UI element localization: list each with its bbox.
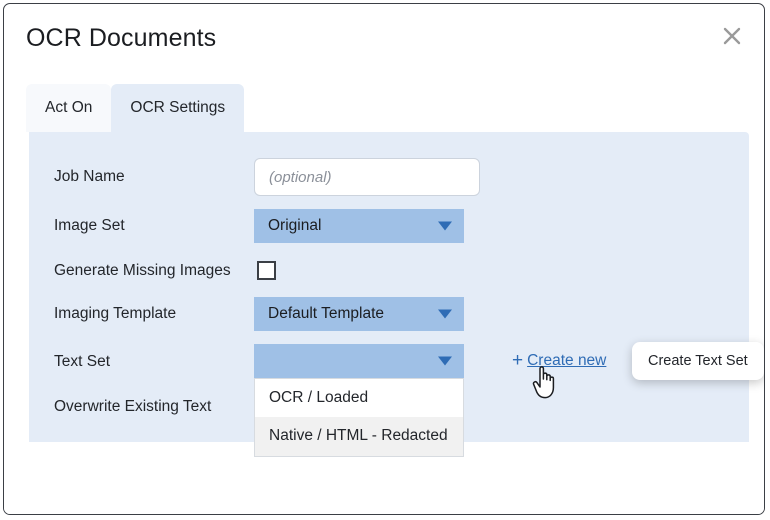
- image-set-value: Original: [268, 217, 321, 235]
- overwrite-existing-text-row: Overwrite Existing Text: [54, 390, 211, 424]
- text-set-label: Text Set: [54, 353, 110, 371]
- create-new-text-set-link[interactable]: + Create new: [512, 351, 606, 370]
- imaging-template-dropdown[interactable]: Default Template: [254, 297, 464, 331]
- text-set-row: Text Set: [54, 345, 110, 379]
- text-set-option-label: Native / HTML - Redacted: [269, 427, 448, 444]
- plus-icon: +: [512, 351, 523, 370]
- job-name-input[interactable]: (optional): [254, 158, 480, 196]
- imaging-template-label: Imaging Template: [54, 305, 176, 323]
- generate-missing-images-checkbox[interactable]: [257, 261, 276, 280]
- job-name-placeholder: (optional): [269, 169, 332, 186]
- generate-missing-images-label: Generate Missing Images: [54, 262, 231, 280]
- job-name-row: Job Name: [54, 160, 125, 194]
- create-text-set-tooltip: Create Text Set: [632, 342, 764, 380]
- text-set-option-ocr-loaded[interactable]: OCR / Loaded: [255, 379, 463, 417]
- text-set-option-label: OCR / Loaded: [269, 389, 368, 406]
- job-name-label: Job Name: [54, 168, 125, 186]
- chevron-down-icon: [438, 310, 452, 319]
- tab-ocr-settings-label: OCR Settings: [130, 99, 225, 117]
- text-set-option-native-html-redacted[interactable]: Native / HTML - Redacted: [255, 417, 463, 455]
- text-set-option-list: OCR / Loaded Native / HTML - Redacted: [254, 378, 464, 457]
- close-icon[interactable]: [716, 20, 748, 52]
- chevron-down-icon: [438, 222, 452, 231]
- page-title: OCR Documents: [26, 24, 216, 53]
- tooltip-text: Create Text Set: [648, 353, 748, 369]
- tab-ocr-settings[interactable]: OCR Settings: [111, 84, 244, 132]
- imaging-template-row: Imaging Template: [54, 297, 176, 331]
- create-new-label: Create new: [527, 352, 606, 370]
- chevron-down-icon: [438, 357, 452, 366]
- image-set-row: Image Set: [54, 209, 125, 243]
- imaging-template-value: Default Template: [268, 305, 384, 323]
- text-set-dropdown[interactable]: [254, 344, 464, 378]
- tab-act-on[interactable]: Act On: [26, 84, 111, 132]
- overwrite-existing-text-label: Overwrite Existing Text: [54, 398, 211, 416]
- ocr-documents-dialog: OCR Documents Act On OCR Settings Job Na…: [3, 3, 765, 515]
- image-set-dropdown[interactable]: Original: [254, 209, 464, 243]
- tab-act-on-label: Act On: [45, 99, 92, 117]
- tab-bar: Act On OCR Settings: [26, 82, 244, 132]
- image-set-label: Image Set: [54, 217, 125, 235]
- generate-missing-images-row: Generate Missing Images: [54, 254, 231, 288]
